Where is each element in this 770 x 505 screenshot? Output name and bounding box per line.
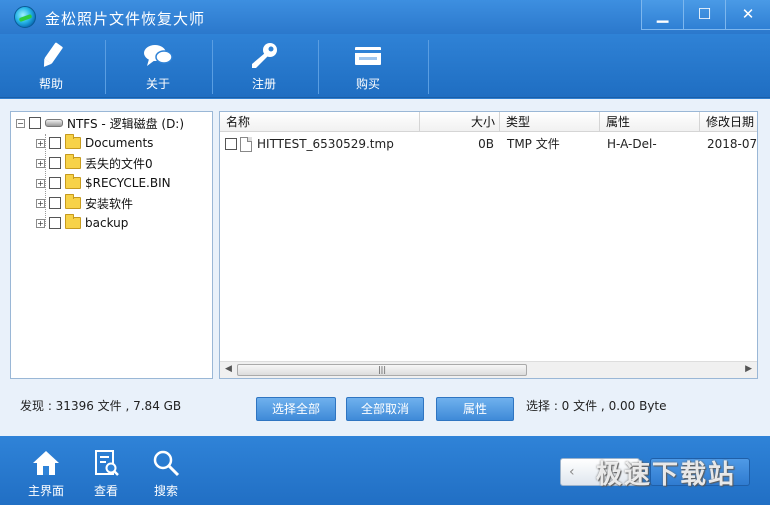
view-button[interactable]: 查看 — [78, 444, 134, 500]
chat-bubbles-icon — [144, 45, 173, 66]
folder-icon — [65, 214, 81, 229]
home-button[interactable]: 主界面 — [18, 444, 74, 500]
tree-root-label: NTFS - 逻辑磁盘 (D:) — [67, 116, 185, 131]
search-label: 搜索 — [153, 484, 178, 498]
column-modified-date[interactable]: 修改日期 — [700, 112, 757, 132]
expand-toggle[interactable]: + — [36, 198, 45, 208]
tree-checkbox[interactable] — [29, 117, 41, 129]
tree-item-label: Documents — [85, 136, 154, 150]
main-panel: − NTFS - 逻辑磁盘 (D:) + Documents + 丢失的文件0 … — [0, 99, 770, 436]
file-modified-date: 2018-07- — [707, 137, 758, 151]
about-button[interactable]: 关于 — [123, 38, 193, 94]
tree-item-label: 丢失的文件0 — [85, 156, 153, 171]
scroll-left-arrow-icon[interactable]: ◀ — [225, 364, 232, 374]
tree-checkbox[interactable] — [49, 157, 61, 169]
search-button[interactable]: 搜索 — [138, 444, 194, 500]
tree-item-label: $RECYCLE.BIN — [85, 176, 171, 190]
pencil-icon — [43, 42, 63, 67]
app-title: 金松照片文件恢复大师 — [45, 10, 206, 28]
select-all-button[interactable]: 选择全部 — [256, 397, 336, 421]
tree-checkbox[interactable] — [49, 217, 61, 229]
deselect-all-button[interactable]: 全部取消 — [346, 397, 424, 421]
folder-icon — [65, 194, 81, 209]
close-button[interactable]: ✕ — [726, 0, 770, 29]
buy-label: 购买 — [355, 77, 380, 91]
folder-icon — [65, 154, 81, 169]
buy-button[interactable]: 购买 — [333, 38, 403, 94]
home-label: 主界面 — [27, 484, 64, 498]
help-button[interactable]: 帮助 — [16, 38, 86, 94]
tree-item[interactable]: + 安装软件 — [36, 193, 133, 213]
table-row[interactable]: HITTEST_6530529.tmp 0B TMP 文件 H-A-Del- 2… — [220, 134, 758, 154]
window-controls: ▁ ☐ ✕ — [641, 0, 770, 30]
column-type[interactable]: 类型 — [500, 112, 600, 132]
tree-checkbox[interactable] — [49, 177, 61, 189]
file-list[interactable]: 名称 大小 类型 属性 修改日期 HITTEST_6530529.tmp 0B … — [219, 111, 758, 379]
row-checkbox[interactable] — [225, 138, 237, 150]
tree-item[interactable]: + $RECYCLE.BIN — [36, 173, 171, 193]
file-size: 0B — [478, 137, 494, 151]
column-size[interactable]: 大小 — [420, 112, 500, 132]
folder-icon — [65, 134, 81, 149]
toolbar-divider — [428, 40, 429, 94]
file-type: TMP 文件 — [507, 137, 560, 151]
maximize-button[interactable]: ☐ — [684, 0, 726, 29]
tree-item[interactable]: + backup — [36, 213, 128, 233]
column-name[interactable]: 名称 — [220, 112, 420, 132]
tree-item[interactable]: + Documents — [36, 133, 153, 153]
expand-toggle[interactable]: + — [36, 178, 45, 188]
file-list-header: 名称 大小 类型 属性 修改日期 — [220, 112, 757, 132]
file-attributes: H-A-Del- — [607, 137, 657, 151]
document-search-icon — [95, 450, 119, 476]
tree-checkbox[interactable] — [49, 137, 61, 149]
found-status: 发现 : 31396 文件 , 7.84 GB — [20, 399, 182, 413]
watermark-text: 极速下载站 — [596, 460, 737, 490]
title-bar: 金松照片文件恢复大师 ▁ ☐ ✕ — [0, 0, 770, 34]
collapse-toggle[interactable]: − — [16, 118, 25, 128]
expand-toggle[interactable]: + — [36, 138, 45, 148]
folder-tree[interactable]: − NTFS - 逻辑磁盘 (D:) + Documents + 丢失的文件0 … — [10, 111, 213, 379]
scroll-right-arrow-icon[interactable]: ▶ — [745, 364, 752, 374]
selected-status: 选择 : 0 文件 , 0.00 Byte — [526, 399, 667, 413]
tree-item[interactable]: + 丢失的文件0 — [36, 153, 153, 173]
column-attributes[interactable]: 属性 — [600, 112, 700, 132]
horizontal-scrollbar[interactable]: ◀ ||| ▶ — [220, 361, 757, 378]
file-icon — [240, 137, 252, 152]
app-logo-icon — [14, 6, 36, 28]
view-label: 查看 — [93, 484, 118, 498]
tree-item-label: backup — [85, 216, 129, 230]
properties-button[interactable]: 属性 — [436, 397, 514, 421]
tree-root[interactable]: − NTFS - 逻辑磁盘 (D:) — [16, 113, 184, 133]
toolbar-divider — [318, 40, 319, 94]
drive-icon — [45, 119, 63, 127]
top-toolbar: 帮助 关于 注册 购买 — [0, 34, 770, 98]
magnifier-icon — [153, 450, 180, 477]
minimize-button[interactable]: ▁ — [642, 0, 684, 29]
about-label: 关于 — [145, 77, 170, 91]
folder-icon — [65, 174, 81, 189]
help-label: 帮助 — [38, 77, 63, 91]
toolbar-divider — [105, 40, 106, 94]
key-icon — [252, 43, 277, 68]
tree-checkbox[interactable] — [49, 197, 61, 209]
expand-toggle[interactable]: + — [36, 218, 45, 228]
card-icon — [355, 47, 381, 65]
register-button[interactable]: 注册 — [229, 38, 299, 94]
scroll-thumb[interactable]: ||| — [237, 364, 527, 376]
expand-toggle[interactable]: + — [36, 158, 45, 168]
toolbar-divider — [212, 40, 213, 94]
home-icon — [33, 451, 59, 475]
tree-item-label: 安装软件 — [85, 196, 134, 211]
register-label: 注册 — [251, 77, 276, 91]
file-name: HITTEST_6530529.tmp — [257, 137, 394, 151]
